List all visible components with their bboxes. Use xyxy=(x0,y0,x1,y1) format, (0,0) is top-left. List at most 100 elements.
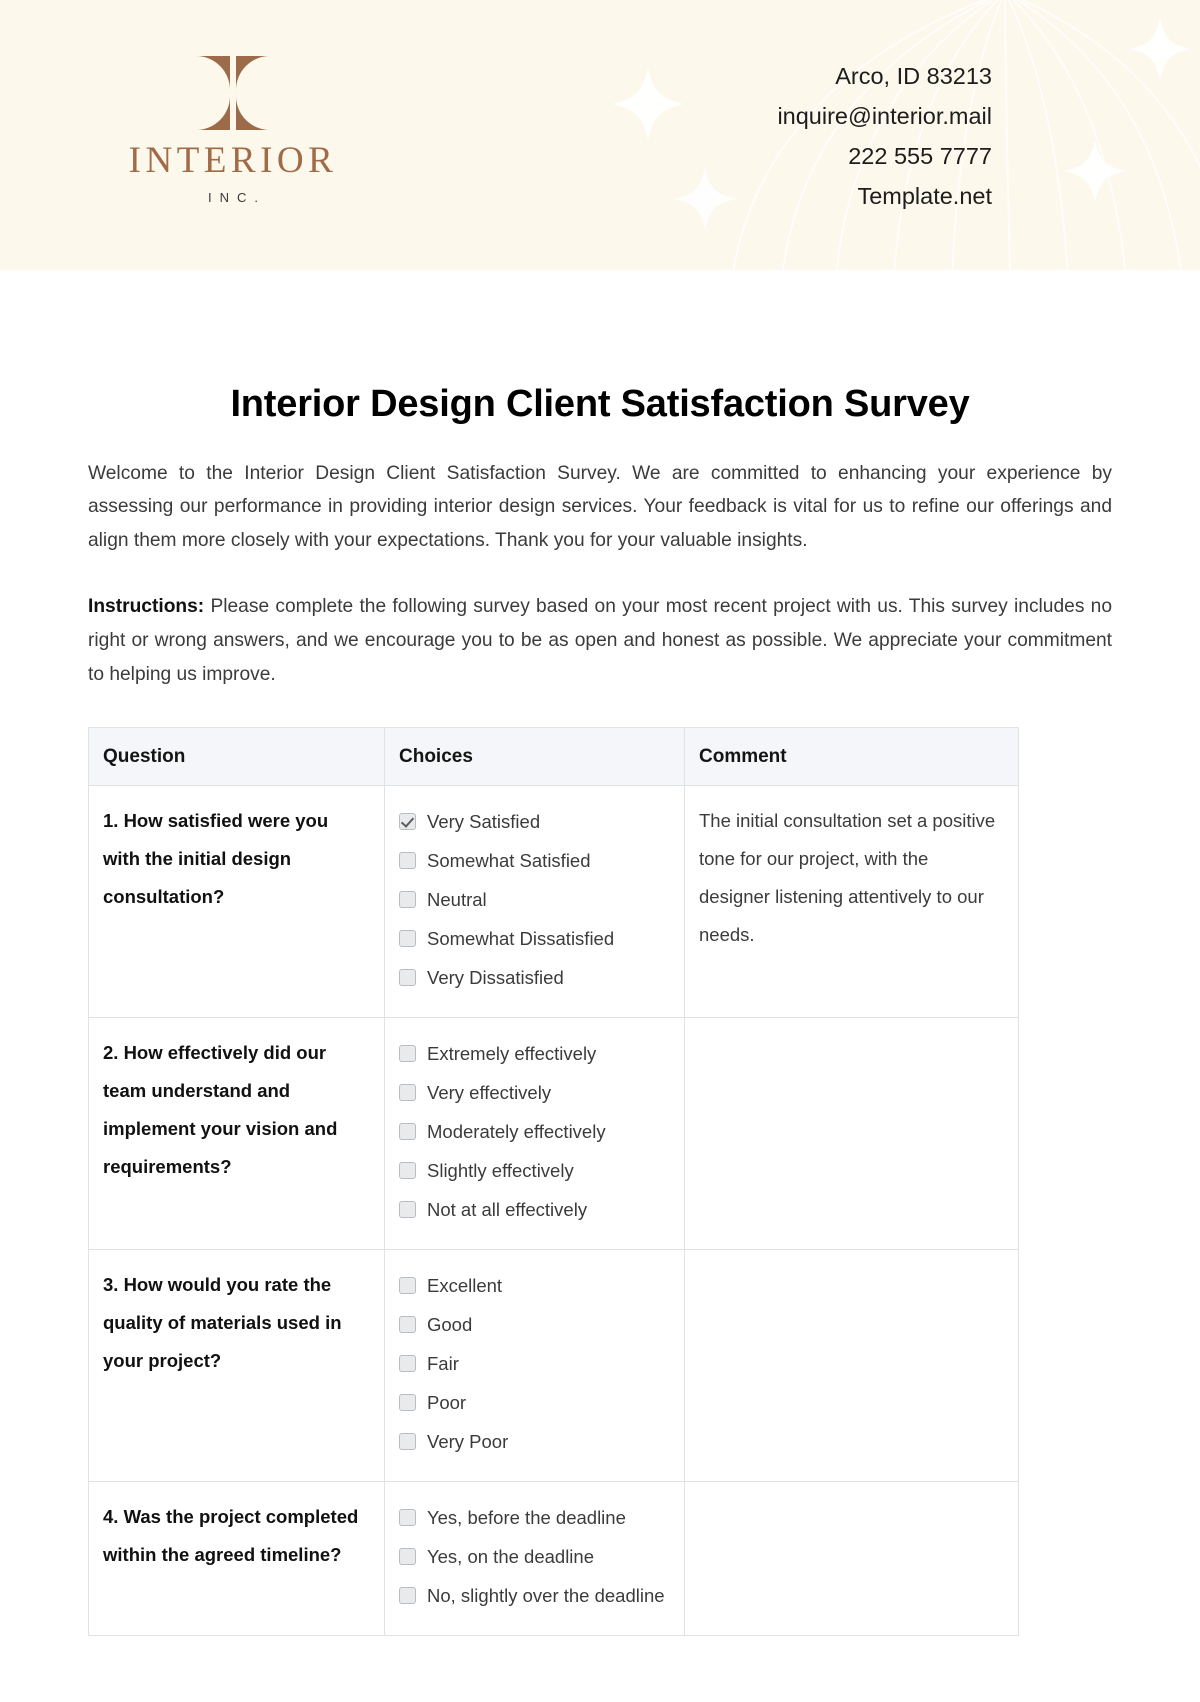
survey-table-head: Question Choices Comment xyxy=(88,727,1019,787)
comment-cell[interactable] xyxy=(684,1017,1019,1251)
checkbox-icon[interactable] xyxy=(399,852,416,870)
question-text: 3. How would you rate the quality of mat… xyxy=(103,1274,342,1372)
choice-list: Excellent Good Fair Poor Very Poor xyxy=(399,1266,670,1461)
choice-option[interactable]: Neutral xyxy=(399,880,670,919)
choice-option[interactable]: Moderately effectively xyxy=(399,1112,670,1151)
choice-option[interactable]: No, slightly over the deadline xyxy=(399,1576,670,1615)
choices-cell: Very Satisfied Somewhat Satisfied Neutral S… xyxy=(384,785,685,1019)
choice-option[interactable]: Yes, before the deadline xyxy=(399,1498,670,1537)
checkbox-icon[interactable] xyxy=(399,1509,416,1527)
choice-label: No, slightly over the deadline xyxy=(427,1585,665,1607)
comment-cell[interactable] xyxy=(684,1481,1019,1637)
intro-paragraph: Welcome to the Interior Design Client Sa… xyxy=(88,462,1112,551)
column-header-comment: Comment xyxy=(684,727,1019,787)
checkbox-icon[interactable] xyxy=(399,1355,416,1373)
choice-option[interactable]: Somewhat Satisfied xyxy=(399,841,670,880)
checkbox-icon[interactable] xyxy=(399,1277,416,1295)
checkbox-checked-icon[interactable] xyxy=(399,813,416,831)
choice-label: Poor xyxy=(427,1392,467,1414)
choice-option[interactable]: Good xyxy=(399,1305,670,1344)
choice-label: Very Dissatisfied xyxy=(427,967,564,989)
checkbox-icon[interactable] xyxy=(399,930,416,948)
question-cell: 1. How satisfied were you with the initi… xyxy=(88,785,385,1019)
checkbox-icon[interactable] xyxy=(399,969,416,987)
choices-cell: Excellent Good Fair Poor Very Poor xyxy=(384,1249,685,1483)
table-row: 4. Was the project completed within the … xyxy=(88,1481,1019,1637)
comment-cell[interactable]: The initial consultation set a positive … xyxy=(684,785,1019,1019)
choice-option[interactable]: Very Poor xyxy=(399,1422,670,1461)
question-text: 2. How effectively did our team understa… xyxy=(103,1042,338,1178)
choice-option[interactable]: Very effectively xyxy=(399,1073,670,1112)
checkbox-icon[interactable] xyxy=(399,1162,416,1180)
choice-label: Somewhat Satisfied xyxy=(427,850,591,872)
instructions-label: Instructions: xyxy=(88,596,205,618)
choice-label: Very effectively xyxy=(427,1082,552,1104)
table-row: 1. How satisfied were you with the initi… xyxy=(88,785,1019,1019)
contact-website: Template.net xyxy=(857,183,992,209)
question-cell: 3. How would you rate the quality of mat… xyxy=(88,1249,385,1483)
choice-label: Extremely effectively xyxy=(427,1043,597,1065)
contact-phone: 222 555 7777 xyxy=(848,143,992,169)
choice-option[interactable]: Somewhat Dissatisfied xyxy=(399,919,670,958)
brand-suffix: INC. xyxy=(208,190,266,205)
choice-list: Yes, before the deadline Yes, on the dead… xyxy=(399,1498,670,1615)
choice-option[interactable]: Not at all effectively xyxy=(399,1190,670,1229)
choices-cell: Yes, before the deadline Yes, on the dead… xyxy=(384,1481,685,1637)
choice-label: Yes, on the deadline xyxy=(427,1546,594,1568)
instructions-paragraph: Instructions: Please complete the follow… xyxy=(88,590,1112,691)
checkbox-icon[interactable] xyxy=(399,891,416,909)
document-body: Interior Design Client Satisfaction Surv… xyxy=(0,383,1200,1637)
interior-inc-logo-icon xyxy=(196,56,270,130)
checkbox-icon[interactable] xyxy=(399,1123,416,1141)
contact-email: inquire@interior.mail xyxy=(777,103,992,129)
table-header-row: Question Choices Comment xyxy=(88,727,1019,787)
table-row: 2. How effectively did our team understa… xyxy=(88,1017,1019,1251)
choice-label: Moderately effectively xyxy=(427,1121,606,1143)
checkbox-icon[interactable] xyxy=(399,1045,416,1063)
instructions-text: Please complete the following survey bas… xyxy=(88,596,1112,685)
column-header-question: Question xyxy=(88,727,385,787)
choice-list: Very Satisfied Somewhat Satisfied Neutral S… xyxy=(399,802,670,997)
comment-text: The initial consultation set a positive … xyxy=(699,810,996,946)
contact-block: Arco, ID 83213 inquire@interior.mail 222… xyxy=(777,56,992,216)
survey-table-body: 1. How satisfied were you with the initi… xyxy=(88,785,1019,1637)
choice-label: Yes, before the deadline xyxy=(427,1507,626,1529)
choice-label: Somewhat Dissatisfied xyxy=(427,928,615,950)
checkbox-icon[interactable] xyxy=(399,1316,416,1334)
choice-label: Very Satisfied xyxy=(427,811,541,833)
choice-option[interactable]: Fair xyxy=(399,1344,670,1383)
choice-option[interactable]: Very Dissatisfied xyxy=(399,958,670,997)
checkbox-icon[interactable] xyxy=(399,1394,416,1412)
choices-cell: Extremely effectively Very effectively Mod… xyxy=(384,1017,685,1251)
question-cell: 4. Was the project completed within the … xyxy=(88,1481,385,1637)
survey-document-page: INTERIOR INC. Arco, ID 83213 inquire@int… xyxy=(0,0,1200,1702)
column-header-choices: Choices xyxy=(384,727,685,787)
checkbox-icon[interactable] xyxy=(399,1433,416,1451)
table-row: 3. How would you rate the quality of mat… xyxy=(88,1249,1019,1483)
choice-option[interactable]: Slightly effectively xyxy=(399,1151,670,1190)
choice-option[interactable]: Very Satisfied xyxy=(399,802,670,841)
checkbox-icon[interactable] xyxy=(399,1084,416,1102)
checkbox-icon[interactable] xyxy=(399,1201,416,1219)
choice-option[interactable]: Poor xyxy=(399,1383,670,1422)
question-text: 4. Was the project completed within the … xyxy=(103,1506,359,1566)
contact-address: Arco, ID 83213 xyxy=(835,63,992,89)
choice-label: Slightly effectively xyxy=(427,1160,574,1182)
question-text: 1. How satisfied were you with the initi… xyxy=(103,810,329,908)
checkbox-icon[interactable] xyxy=(399,1587,416,1605)
brand-logo: INTERIOR INC. xyxy=(108,56,358,205)
choice-label: Fair xyxy=(427,1353,459,1375)
survey-table: Question Choices Comment 1. How satisfie… xyxy=(88,727,1019,1637)
choice-option[interactable]: Yes, on the deadline xyxy=(399,1537,670,1576)
choice-label: Neutral xyxy=(427,889,487,911)
choice-label: Not at all effectively xyxy=(427,1199,588,1221)
brand-name: INTERIOR xyxy=(128,140,338,181)
comment-cell[interactable] xyxy=(684,1249,1019,1483)
choice-label: Very Poor xyxy=(427,1431,509,1453)
checkbox-icon[interactable] xyxy=(399,1548,416,1566)
choice-option[interactable]: Excellent xyxy=(399,1266,670,1305)
choice-label: Excellent xyxy=(427,1275,503,1297)
choice-label: Good xyxy=(427,1314,473,1336)
page-title: Interior Design Client Satisfaction Surv… xyxy=(230,383,970,425)
choice-option[interactable]: Extremely effectively xyxy=(399,1034,670,1073)
